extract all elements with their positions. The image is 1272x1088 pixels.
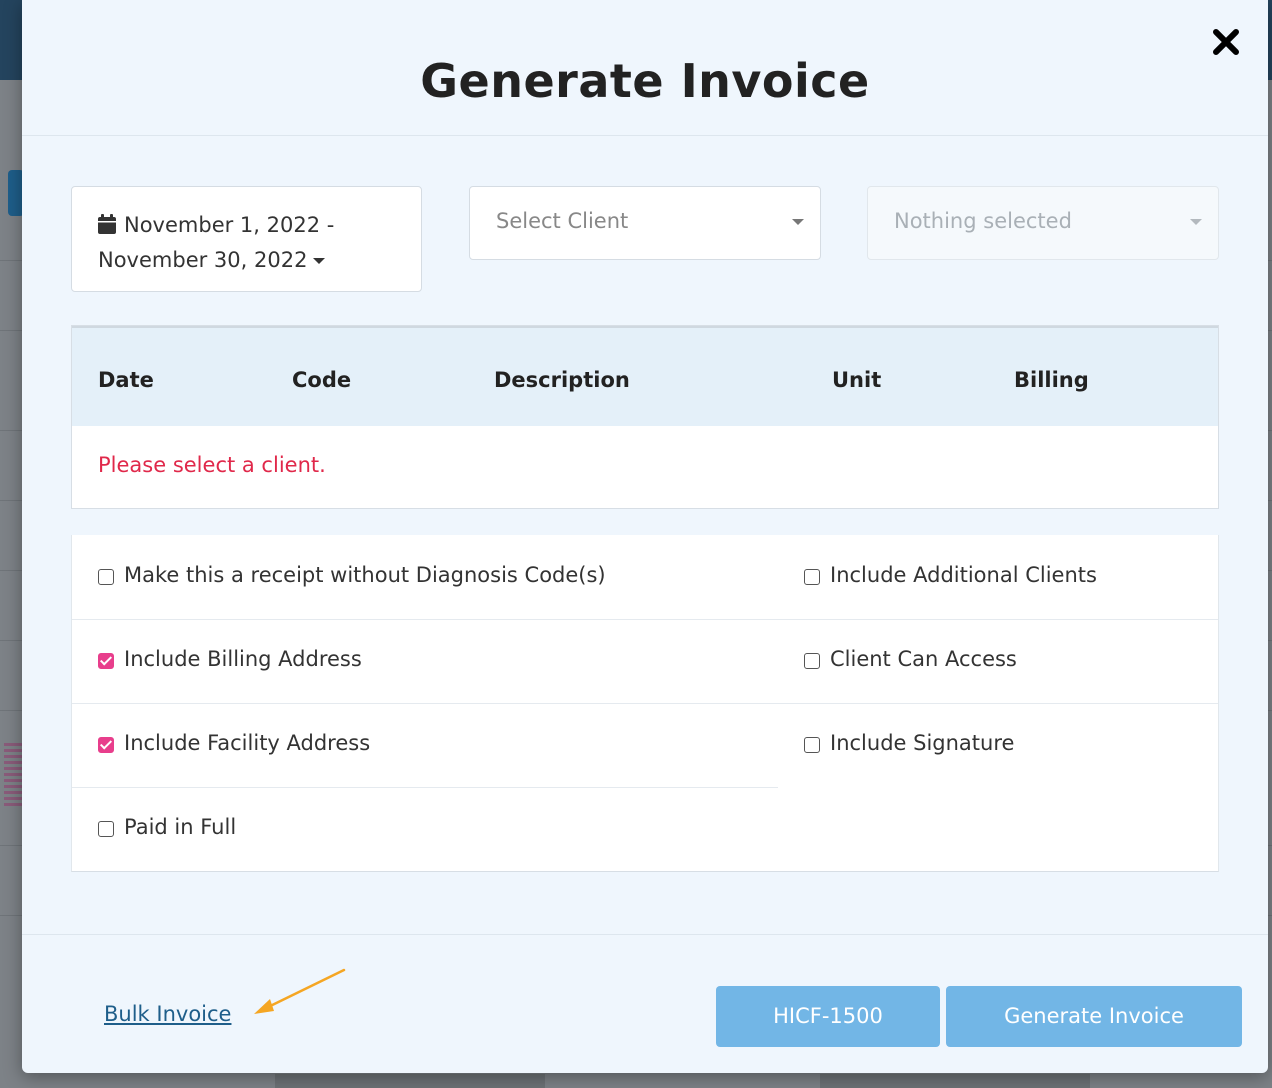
chevron-down-icon	[792, 219, 804, 225]
option-include-billing-address[interactable]: Include Billing Address	[72, 619, 778, 703]
date-range-end: November 30, 2022	[98, 248, 308, 272]
column-header-date: Date	[98, 368, 154, 392]
caret-down-icon	[313, 258, 326, 264]
modal-header: Generate Invoice	[22, 0, 1268, 136]
generate-invoice-button[interactable]: Generate Invoice	[946, 986, 1242, 1047]
calendar-icon	[98, 211, 116, 244]
table-header: Date Code Description Unit Billing	[72, 326, 1218, 426]
background-bottom-cell	[820, 1074, 1090, 1088]
option-receipt-without-diagnosis[interactable]: Make this a receipt without Diagnosis Co…	[72, 535, 778, 619]
option-include-additional-clients[interactable]: Include Additional Clients	[778, 535, 1218, 619]
background-bottom-cell	[275, 1074, 545, 1088]
option-label: Make this a receipt without Diagnosis Co…	[124, 563, 606, 587]
background-stamp	[4, 740, 24, 806]
chevron-down-icon	[1190, 219, 1202, 225]
invoice-options: Make this a receipt without Diagnosis Co…	[71, 535, 1219, 872]
checkbox[interactable]	[804, 569, 820, 585]
date-range-picker[interactable]: November 1, 2022 - November 30, 2022	[71, 186, 422, 292]
secondary-select[interactable]: Nothing selected	[867, 186, 1219, 260]
footer-divider	[22, 934, 1268, 935]
option-include-signature[interactable]: Include Signature	[778, 703, 1218, 787]
checkbox[interactable]	[804, 737, 820, 753]
generate-invoice-modal: Generate Invoice November 1, 2022 - Nove…	[22, 0, 1268, 1073]
option-include-facility-address[interactable]: Include Facility Address	[72, 703, 778, 787]
bulk-invoice-link[interactable]: Bulk Invoice	[104, 1002, 231, 1026]
modal-title: Generate Invoice	[420, 54, 870, 108]
client-select-placeholder: Select Client	[496, 209, 629, 233]
option-paid-in-full[interactable]: Paid in Full	[72, 787, 778, 871]
close-icon[interactable]	[1210, 26, 1242, 58]
secondary-select-placeholder: Nothing selected	[894, 209, 1072, 233]
option-client-can-access[interactable]: Client Can Access	[778, 619, 1218, 703]
option-label: Paid in Full	[124, 815, 237, 839]
option-label: Include Signature	[830, 731, 1015, 755]
annotation-arrow-icon	[254, 968, 346, 1014]
client-select[interactable]: Select Client	[469, 186, 821, 260]
empty-state-message: Please select a client.	[98, 453, 326, 477]
option-label: Include Billing Address	[124, 647, 362, 671]
option-label: Client Can Access	[830, 647, 1017, 671]
column-header-billing: Billing	[1014, 368, 1089, 392]
column-header-description: Description	[494, 368, 630, 392]
invoice-items-table: Date Code Description Unit Billing Pleas…	[71, 325, 1219, 509]
option-label: Include Facility Address	[124, 731, 371, 755]
option-label: Include Additional Clients	[830, 563, 1097, 587]
checkbox-checked[interactable]	[98, 653, 114, 669]
column-header-unit: Unit	[832, 368, 882, 392]
column-header-code: Code	[292, 368, 352, 392]
checkbox[interactable]	[98, 569, 114, 585]
checkbox-checked[interactable]	[98, 737, 114, 753]
checkbox[interactable]	[98, 821, 114, 837]
checkbox[interactable]	[804, 653, 820, 669]
hicf-1500-button[interactable]: HICF-1500	[716, 986, 940, 1047]
date-range-start: November 1, 2022 -	[124, 213, 335, 237]
